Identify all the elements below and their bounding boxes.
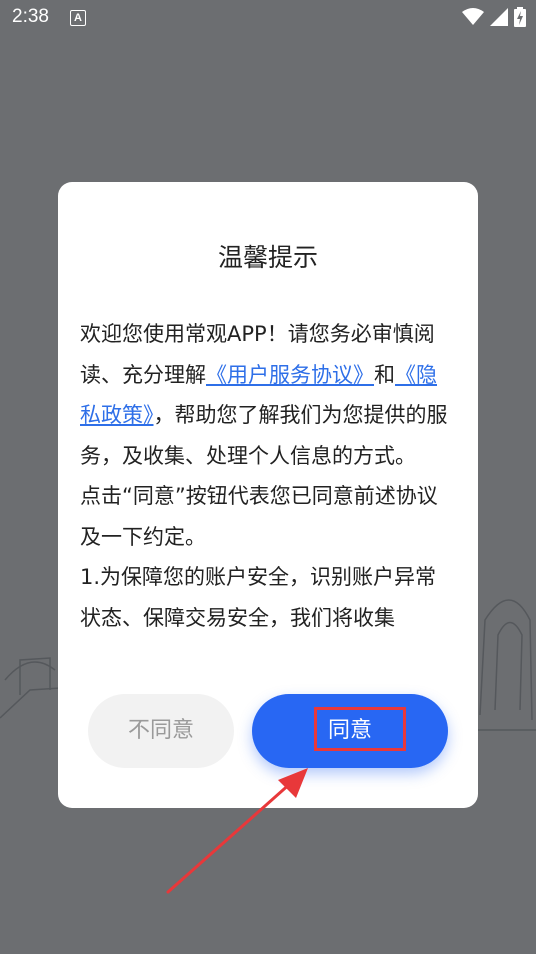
status-time: 2:38 bbox=[12, 6, 49, 27]
body-paragraph-2: 点击“同意”按钮代表您已同意前述协议及一下约定。 bbox=[80, 484, 438, 549]
status-bar: 2:38 A bbox=[0, 0, 536, 38]
signal-icon bbox=[490, 8, 508, 26]
annotation-arrow-icon bbox=[166, 768, 308, 894]
agree-button[interactable]: 同意 bbox=[252, 694, 448, 768]
privacy-dialog: 温馨提示 欢迎您使用常观APP！请您务必审慎阅读、充分理解《用户服务协议》和《隐… bbox=[58, 182, 478, 808]
dialog-title: 温馨提示 bbox=[217, 243, 318, 272]
body-paragraph-1: 欢迎您使用常观APP！请您务必审慎阅读、充分理解《用户服务协议》和《隐私政策》，… bbox=[80, 314, 456, 476]
battery-charging-icon bbox=[514, 7, 526, 27]
dialog-body[interactable]: 欢迎您使用常观APP！请您务必审慎阅读、充分理解《用户服务协议》和《隐私政策》，… bbox=[80, 314, 456, 674]
user-agreement-link[interactable]: 《用户服务协议》 bbox=[206, 363, 374, 387]
wifi-icon bbox=[462, 8, 484, 25]
disagree-button[interactable]: 不同意 bbox=[88, 694, 234, 768]
body-paragraph-3: 1.为保障您的账户安全，识别账户异常状态、保障交易安全，我们将收集 bbox=[80, 565, 437, 630]
notification-icon: A bbox=[70, 10, 86, 26]
conjunction-text: 和 bbox=[374, 362, 395, 387]
status-icons bbox=[462, 7, 526, 27]
